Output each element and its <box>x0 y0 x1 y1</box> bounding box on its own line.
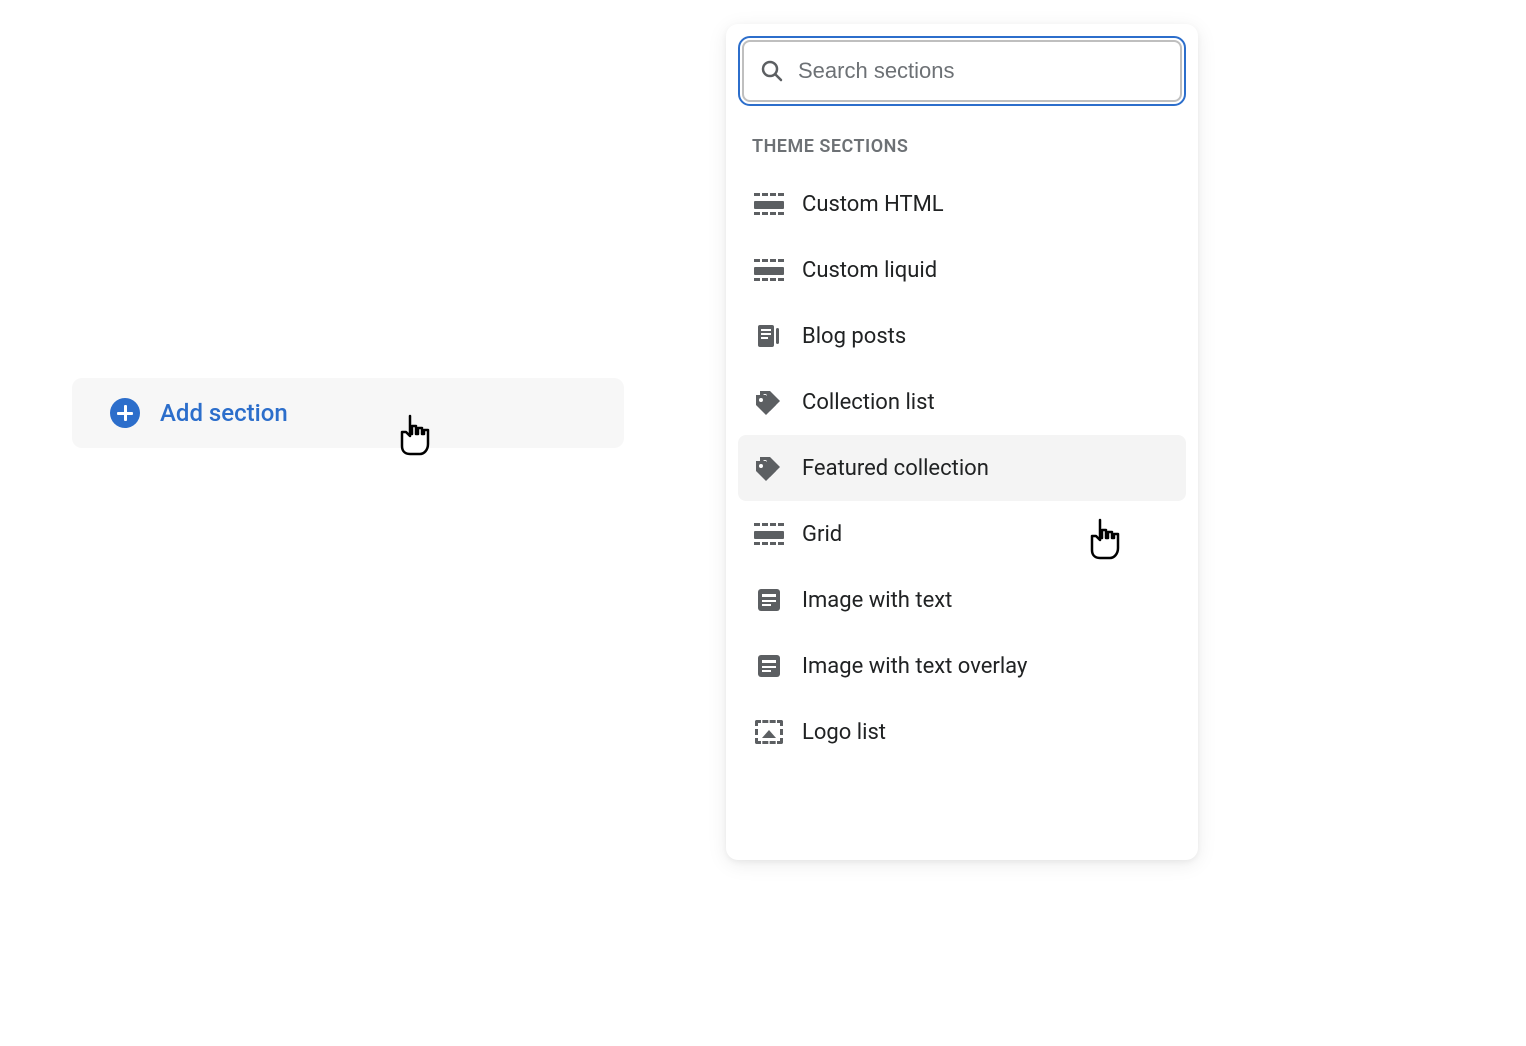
block-icon <box>754 255 784 285</box>
search-input[interactable] <box>798 58 1164 84</box>
tag-icon <box>754 387 784 417</box>
textdoc-icon <box>754 585 784 615</box>
section-item-label: Logo list <box>802 720 886 745</box>
add-section-label: Add section <box>160 399 288 427</box>
section-list: Custom HTML Custom liquid Blog posts Collec… <box>726 165 1198 765</box>
section-item[interactable]: Custom liquid <box>738 237 1186 303</box>
section-item-label: Blog posts <box>802 324 906 349</box>
sections-panel: THEME SECTIONS Custom HTML Custom liquid B… <box>726 24 1198 860</box>
search-icon <box>760 59 784 83</box>
section-item[interactable]: Blog posts <box>738 303 1186 369</box>
section-item-label: Collection list <box>802 390 935 415</box>
section-item[interactable]: Grid <box>738 501 1186 567</box>
doc-icon <box>754 321 784 351</box>
group-header: THEME SECTIONS <box>726 116 1198 165</box>
section-item[interactable]: Logo list <box>738 699 1186 765</box>
block-icon <box>754 519 784 549</box>
section-item[interactable]: Collection list <box>738 369 1186 435</box>
section-item-label: Featured collection <box>802 456 989 481</box>
plus-circle-icon <box>110 398 140 428</box>
section-item-label: Grid <box>802 522 842 547</box>
section-item-label: Image with text <box>802 588 952 613</box>
logo-icon <box>754 717 784 747</box>
section-item[interactable]: Image with text <box>738 567 1186 633</box>
search-wrapper <box>726 24 1198 116</box>
section-item-label: Custom HTML <box>802 192 944 217</box>
section-item[interactable]: Image with text overlay <box>738 633 1186 699</box>
section-item-label: Image with text overlay <box>802 654 1027 679</box>
tag-icon <box>754 453 784 483</box>
textdoc-icon <box>754 651 784 681</box>
section-item[interactable]: Featured collection <box>738 435 1186 501</box>
add-section-button[interactable]: Add section <box>72 378 624 448</box>
section-item-label: Custom liquid <box>802 258 937 283</box>
block-icon <box>754 189 784 219</box>
section-item[interactable]: Custom HTML <box>738 171 1186 237</box>
search-box[interactable] <box>742 40 1182 102</box>
